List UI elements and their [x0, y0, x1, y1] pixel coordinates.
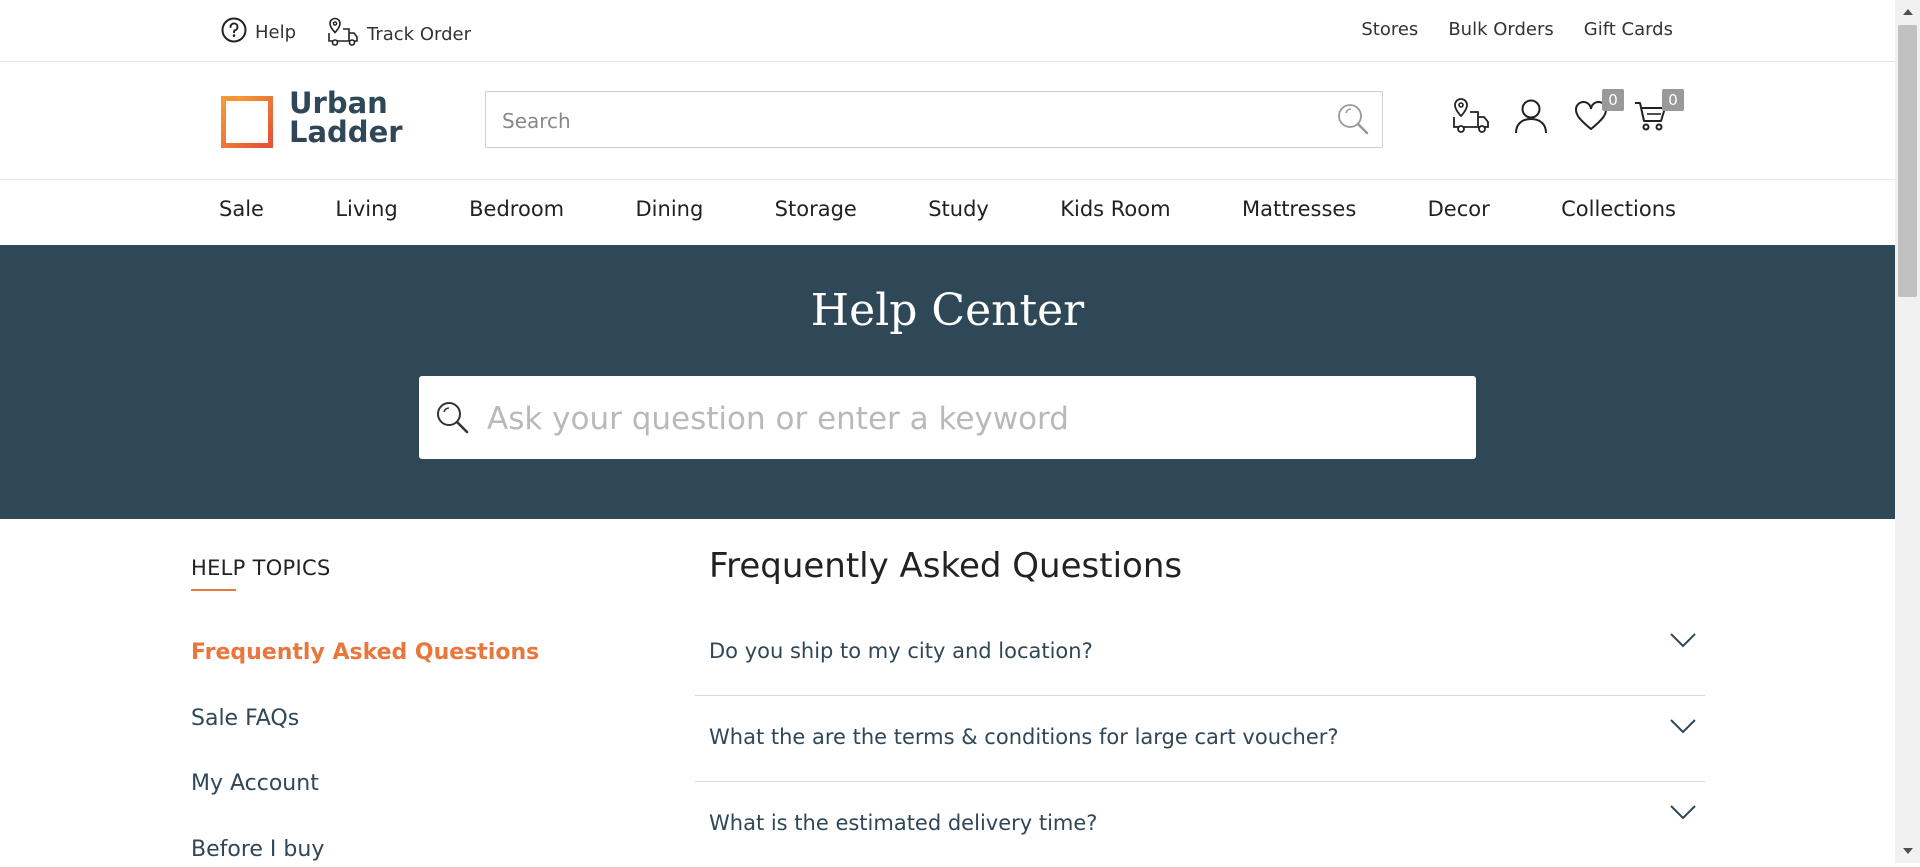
- nav-item-living[interactable]: Living: [335, 197, 397, 221]
- wishlist-count-badge: 0: [1602, 89, 1624, 111]
- topic-frequently-asked-questions[interactable]: Frequently Asked Questions: [191, 640, 539, 665]
- wishlist-button[interactable]: 0: [1572, 89, 1624, 137]
- nav-item-sale[interactable]: Sale: [219, 197, 264, 221]
- topic-my-account[interactable]: My Account: [191, 771, 319, 796]
- nav-item-study[interactable]: Study: [928, 197, 989, 221]
- chevron-down-icon[interactable]: [1669, 804, 1697, 824]
- nav-item-storage[interactable]: Storage: [775, 197, 857, 221]
- nav-item-decor[interactable]: Decor: [1428, 197, 1490, 221]
- nav-item-dining[interactable]: Dining: [636, 197, 704, 221]
- bulk-orders-link[interactable]: Bulk Orders: [1448, 19, 1553, 40]
- site-search-box: [485, 91, 1383, 149]
- cart-count-badge: 0: [1662, 89, 1684, 111]
- faq-item[interactable]: Do you ship to my city and location?: [695, 610, 1705, 696]
- faq-question: Do you ship to my city and location?: [709, 639, 1093, 663]
- faq-heading: Frequently Asked Questions: [709, 546, 1183, 586]
- cart-button[interactable]: 0: [1632, 89, 1684, 137]
- logo-text: Urban Ladder: [289, 89, 403, 147]
- header-icons: 0 0: [1451, 89, 1684, 139]
- site-search-input[interactable]: [486, 92, 1324, 149]
- faq-question: What the are the terms & conditions for …: [709, 725, 1339, 749]
- top-utility-bar: Help Track Order Stores Bulk Orders Gift…: [0, 0, 1895, 62]
- nav-item-mattresses[interactable]: Mattresses: [1242, 197, 1356, 221]
- logo-mark-icon: [221, 96, 273, 148]
- nav-item-kids-room[interactable]: Kids Room: [1060, 197, 1170, 221]
- nav-item-collections[interactable]: Collections: [1561, 197, 1676, 221]
- faq-item[interactable]: What the are the terms & conditions for …: [695, 696, 1705, 782]
- delivery-truck-icon: [327, 17, 359, 52]
- page: Help Track Order Stores Bulk Orders Gift…: [0, 0, 1895, 863]
- store-locator-button[interactable]: [1451, 97, 1491, 139]
- page-scrollbar[interactable]: [1895, 0, 1920, 863]
- faq-question: What is the estimated delivery time?: [709, 811, 1098, 835]
- topic-sale-faqs[interactable]: Sale FAQs: [191, 706, 299, 731]
- chevron-down-icon[interactable]: [1669, 632, 1697, 652]
- track-order-link[interactable]: Track Order: [327, 17, 471, 52]
- logo-line1: Urban: [289, 86, 388, 120]
- search-icon: [435, 400, 471, 440]
- account-button[interactable]: [1512, 99, 1550, 137]
- scrollbar-thumb[interactable]: [1898, 25, 1917, 297]
- logo-line2: Ladder: [289, 115, 403, 149]
- category-nav: Sale Living Bedroom Dining Storage Study…: [0, 180, 1895, 244]
- track-order-label: Track Order: [367, 24, 471, 45]
- nav-item-bedroom[interactable]: Bedroom: [469, 197, 564, 221]
- urban-ladder-logo[interactable]: Urban Ladder: [221, 89, 403, 148]
- site-header: Urban Ladder Search 0 0: [0, 61, 1895, 180]
- faq-item[interactable]: What is the estimated delivery time?: [695, 782, 1705, 867]
- stores-link[interactable]: Stores: [1361, 19, 1418, 40]
- help-center-hero: Help Center: [0, 245, 1895, 519]
- help-label: Help: [255, 22, 297, 43]
- location-truck-icon: [1451, 97, 1491, 139]
- category-nav-list: Sale Living Bedroom Dining Storage Study…: [219, 197, 1676, 221]
- search-icon[interactable]: [1336, 102, 1370, 140]
- scroll-up-arrow-icon[interactable]: [1903, 9, 1913, 15]
- help-center-title: Help Center: [810, 285, 1085, 336]
- help-link[interactable]: Help: [221, 17, 296, 48]
- scroll-down-arrow-icon[interactable]: [1903, 848, 1913, 854]
- top-right-links: Stores Bulk Orders Gift Cards: [1361, 19, 1673, 40]
- user-icon: [1514, 98, 1548, 138]
- chevron-down-icon[interactable]: [1669, 718, 1697, 738]
- gift-cards-link[interactable]: Gift Cards: [1584, 19, 1673, 40]
- topic-before-i-buy[interactable]: Before I buy: [191, 837, 324, 862]
- help-topics-underline: [191, 589, 236, 591]
- help-topics-heading: HELP TOPICS: [191, 556, 331, 580]
- help-search-input[interactable]: [485, 376, 1449, 461]
- help-search-box: [419, 376, 1476, 461]
- help-icon: [221, 17, 247, 48]
